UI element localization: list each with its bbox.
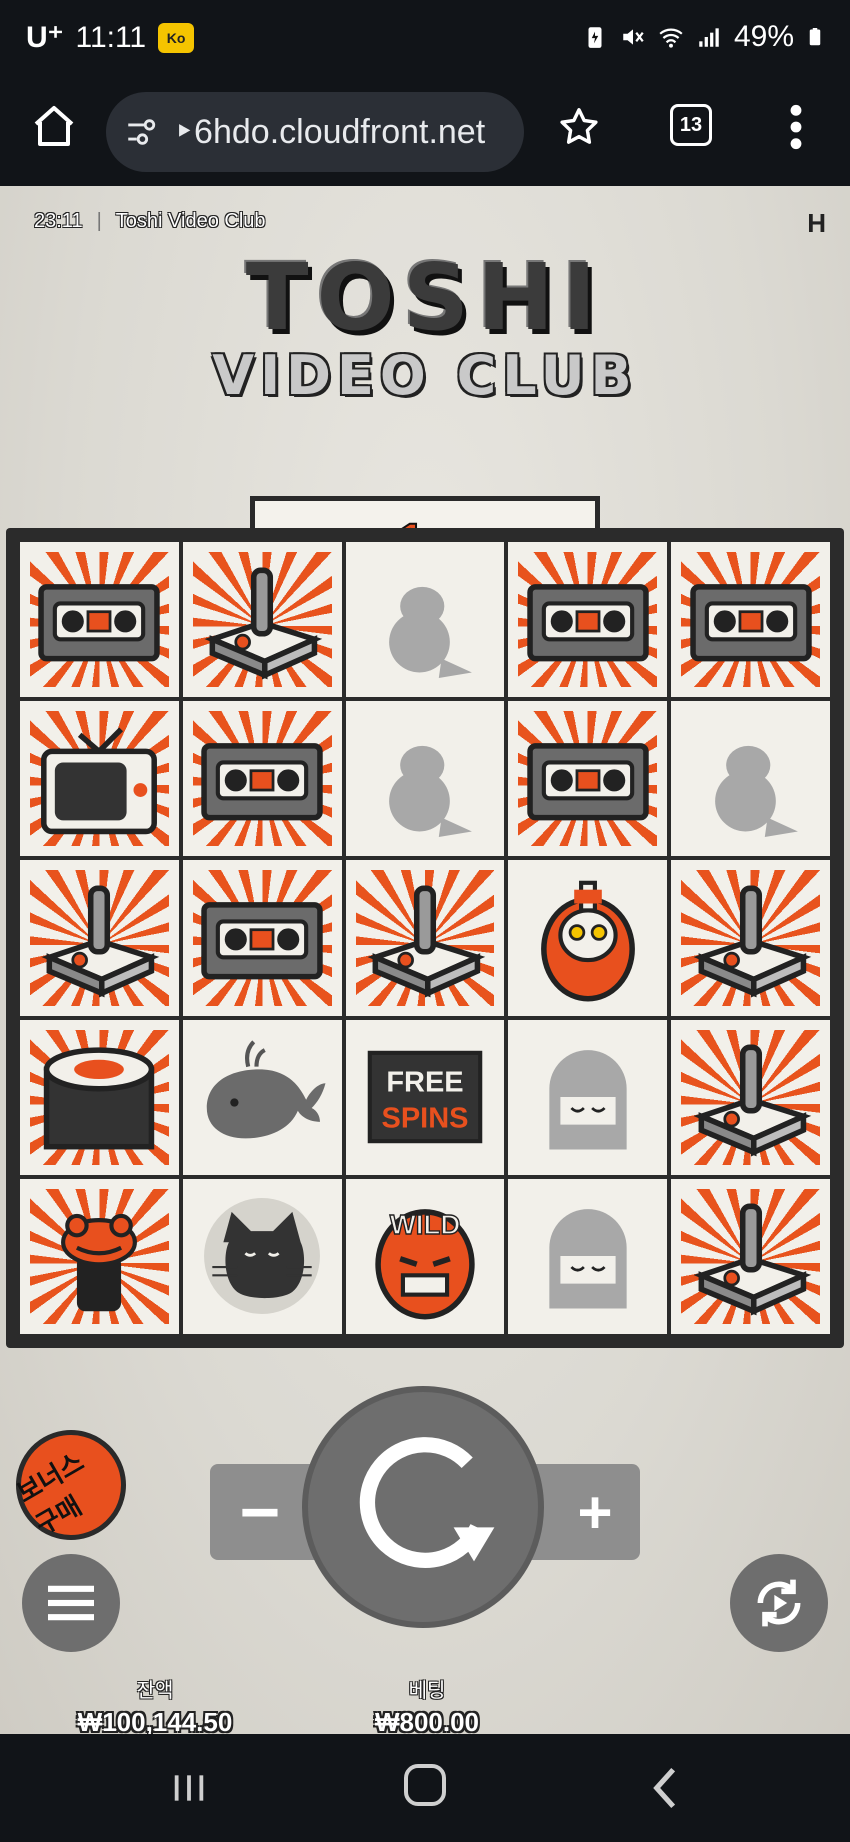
recent-apps-icon[interactable] [170, 1768, 208, 1808]
address-bar[interactable]: ‣6hdo.cloudfront.net [106, 92, 524, 172]
joystick-symbol-icon [693, 1203, 811, 1316]
wild-symbol-icon: WILD [375, 1209, 475, 1320]
autoplay-icon [757, 1579, 801, 1627]
bookmark-star-icon[interactable] [556, 104, 602, 150]
bonus-buy-button[interactable]: 보너스 구매 [0, 1409, 147, 1561]
hamburger-icon [48, 1585, 94, 1621]
reel-cell-joystick [671, 1178, 830, 1334]
cat-symbol-icon [204, 1198, 321, 1315]
reel-cell-beaver [671, 701, 830, 857]
reel-cell-beaver [345, 542, 505, 698]
reel-cell-frog [20, 1178, 179, 1334]
back-icon[interactable] [650, 1766, 678, 1810]
beaver-symbol-icon [389, 586, 472, 678]
app-notification-icon: Ko [158, 22, 195, 53]
clock: 11:11 [75, 20, 147, 54]
status-bar: U⁺ 11:11 Ko 49% [0, 0, 850, 78]
beaver-symbol-icon [714, 745, 798, 837]
balance-value: ₩100,144.50 [77, 1707, 233, 1734]
reel-cell-joystick [182, 542, 342, 698]
vhs-symbol-icon [689, 583, 812, 661]
reel-cell-sushi [20, 1019, 179, 1175]
wifi-icon [659, 28, 683, 48]
vhs-symbol-icon [201, 902, 323, 980]
provider-logo: H [807, 208, 826, 238]
joystick-symbol-icon [693, 885, 811, 998]
reel-cell-vhs [182, 701, 342, 857]
reel-grid: FREE SPINS WILD [6, 528, 844, 1348]
reel-cell-vhs [508, 701, 668, 857]
tv-symbol-icon [41, 727, 158, 834]
game-title: Toshi Video Club [115, 210, 266, 232]
reel-cell-beaver [345, 701, 505, 857]
decrease-bet-button[interactable]: − [210, 1464, 310, 1560]
free-spins-symbol-icon: FREE SPINS [367, 1050, 483, 1144]
joystick-symbol-icon [41, 885, 160, 998]
reel-cell-ghost [508, 1178, 668, 1334]
reel-cell-joystick [671, 860, 830, 1016]
reel-cell-joystick [20, 860, 179, 1016]
frog-symbol-icon [61, 1214, 138, 1312]
reel-cell-vhs [182, 860, 342, 1016]
spin-arrow-icon [359, 1437, 495, 1568]
balance-label: 잔액 [136, 1680, 174, 1702]
reel-cell-vhs [671, 542, 830, 698]
vhs-symbol-icon [38, 583, 161, 661]
svg-text:SPINS: SPINS [382, 1103, 469, 1135]
vhs-symbol-icon [201, 742, 323, 821]
menu-button[interactable] [22, 1554, 120, 1652]
joystick-symbol-icon [367, 885, 486, 998]
joystick-symbol-icon [204, 567, 323, 680]
reel-cell-wild: WILD [345, 1178, 505, 1334]
bet-value: ₩800.00 [374, 1707, 480, 1734]
carrier-label: U⁺ [26, 21, 64, 54]
bet-label: 베팅 [408, 1680, 446, 1702]
site-settings-icon[interactable] [124, 115, 158, 149]
more-menu-icon[interactable] [786, 102, 806, 152]
url-text: ‣6hdo.cloudfront.net [174, 113, 486, 151]
reel-cell-free-spins: FREE SPINS [345, 1019, 505, 1175]
reel-cell-ghost [508, 1019, 668, 1175]
game-logo: TOSHI VIDEO CLUB 1x [190, 244, 660, 612]
tab-switcher-button[interactable]: 13 [670, 104, 712, 146]
spin-button[interactable] [302, 1386, 544, 1628]
battery-percent: 49% [733, 20, 794, 53]
game-clock: 23:11 [34, 210, 83, 232]
ghost-symbol-icon [549, 1050, 627, 1150]
svg-text:FREE: FREE [386, 1067, 463, 1099]
increase-bet-button[interactable]: + [550, 1464, 640, 1560]
game-info: 23:11 | Toshi Video Club [34, 210, 266, 232]
logo-line1: TOSHI [245, 244, 605, 351]
whale-symbol-icon [206, 1040, 326, 1139]
reel-cell-cat [182, 1178, 342, 1334]
signal-icon [699, 28, 719, 47]
ghost-symbol-icon [549, 1209, 627, 1309]
svg-text:WILD: WILD [390, 1209, 461, 1240]
reel-cell-whale [182, 1019, 342, 1175]
logo-line2: VIDEO CLUB [212, 344, 638, 407]
mute-icon [623, 29, 644, 45]
joystick-symbol-icon [693, 1044, 811, 1157]
vhs-symbol-icon [527, 583, 649, 661]
reel-cell-joystick [345, 860, 505, 1016]
beaver-symbol-icon [389, 745, 472, 837]
browser-toolbar: ‣6hdo.cloudfront.net 13 [0, 78, 850, 186]
home-nav-icon[interactable] [404, 1764, 446, 1806]
system-nav-bar [0, 1734, 850, 1842]
game-canvas[interactable]: 23:11 | Toshi Video Club H TOSHI VIDEO C… [0, 186, 850, 1734]
battery-saver-icon [588, 27, 602, 48]
reel-cell-daruma [508, 860, 668, 1016]
bet-display: 베팅 ₩800.00 [342, 1674, 512, 1734]
autoplay-button[interactable] [730, 1554, 828, 1652]
home-icon[interactable] [30, 102, 78, 150]
reel-cell-joystick [671, 1019, 830, 1175]
reel-cell-vhs [20, 542, 179, 698]
reel-cell-vhs [508, 542, 668, 698]
reel-cell-tv [20, 701, 179, 857]
daruma-symbol-icon [540, 880, 635, 1002]
vhs-symbol-icon [527, 742, 649, 821]
sushi-symbol-icon [44, 1047, 155, 1150]
battery-icon [809, 28, 821, 46]
balance-display: 잔액 ₩100,144.50 [60, 1674, 250, 1734]
